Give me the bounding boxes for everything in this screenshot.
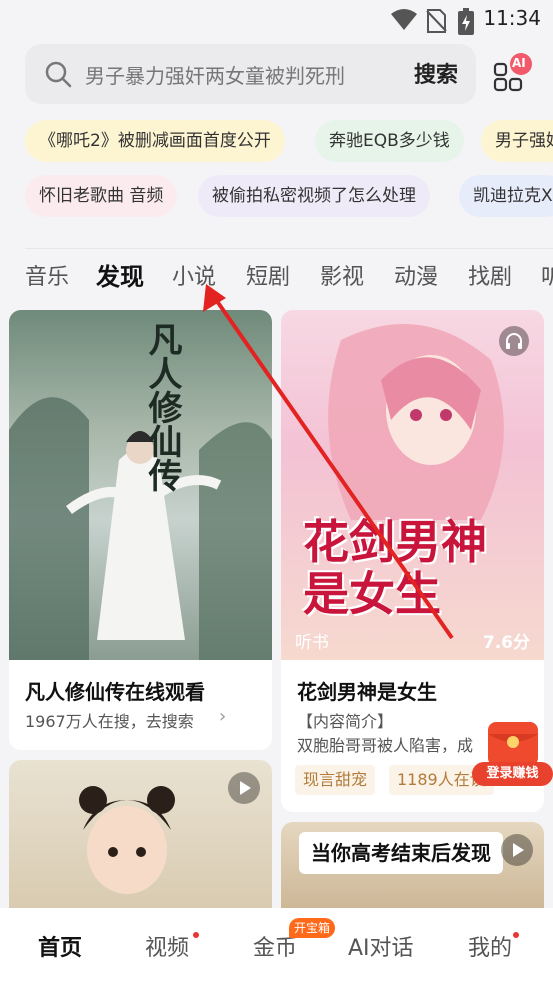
hot-tag[interactable]: 怀旧老歌曲 音频 bbox=[25, 175, 178, 217]
play-icon[interactable] bbox=[501, 834, 533, 866]
content-card[interactable] bbox=[9, 760, 272, 920]
content-card[interactable]: 当你高考结束后发现 bbox=[281, 822, 544, 922]
battery-charging-icon bbox=[458, 8, 474, 35]
notification-dot bbox=[193, 932, 199, 938]
ai-apps-icon[interactable]: AI bbox=[492, 52, 536, 96]
nav-video[interactable]: 视频 bbox=[145, 930, 189, 962]
tab-listen[interactable]: 听 bbox=[541, 259, 553, 291]
nav-ai-chat[interactable]: AI对话 bbox=[348, 930, 414, 962]
hot-tag[interactable]: 奔驰EQB多少钱 bbox=[315, 120, 464, 162]
genre-chip: 现言甜宠 bbox=[295, 765, 376, 795]
hot-tag[interactable]: 男子强奸 bbox=[481, 120, 553, 162]
play-icon[interactable] bbox=[228, 772, 260, 804]
divider bbox=[25, 248, 553, 249]
content-card[interactable]: 凡人修仙传 凡人修仙传在线观看 1967万人在搜，去搜索 › bbox=[9, 310, 272, 750]
chevron-right-icon: › bbox=[219, 706, 227, 727]
notification-dot bbox=[513, 932, 519, 938]
video-overlay-text: 当你高考结束后发现 bbox=[299, 832, 503, 874]
nav-me[interactable]: 我的 bbox=[468, 930, 512, 962]
wifi-icon bbox=[391, 9, 417, 30]
promo-label: 登录赚钱 bbox=[472, 762, 553, 786]
status-bar: 11:34 bbox=[0, 0, 553, 40]
poster-title: 凡人修仙传 bbox=[142, 322, 182, 492]
hot-tag[interactable]: 凯迪拉克X bbox=[459, 175, 553, 217]
search-icon bbox=[45, 61, 72, 88]
nav-home[interactable]: 首页 bbox=[38, 930, 82, 962]
poster-tag: 听书 bbox=[295, 633, 329, 653]
tab-find-drama[interactable]: 找剧 bbox=[468, 259, 512, 291]
card-title: 花剑男神是女生 bbox=[297, 680, 437, 704]
tab-anime[interactable]: 动漫 bbox=[394, 259, 438, 291]
promo-login-earn[interactable]: 登录赚钱 bbox=[472, 720, 553, 790]
treasure-box-badge: 开宝箱 bbox=[289, 918, 336, 938]
hot-tag[interactable]: 《哪吒2》被删减画面首度公开 bbox=[25, 120, 285, 162]
poster-title: 花剑男神是女生 bbox=[303, 515, 487, 621]
ai-badge: AI bbox=[512, 56, 526, 70]
hot-tag[interactable]: 被偷拍私密视频了怎么处理 bbox=[198, 175, 430, 217]
no-sim-icon bbox=[426, 9, 447, 33]
headphones-icon[interactable] bbox=[499, 326, 529, 356]
card-intro-label: 【内容简介】 bbox=[297, 712, 394, 731]
tab-discover[interactable]: 发现 bbox=[96, 257, 144, 292]
card-subtitle[interactable]: 1967万人在搜，去搜索 bbox=[25, 708, 194, 732]
tab-music[interactable]: 音乐 bbox=[25, 259, 69, 291]
rating: 7.6分 bbox=[482, 633, 530, 653]
bottom-nav: 首页 视频 金币 AI对话 我的 bbox=[0, 908, 553, 983]
status-time: 11:34 bbox=[483, 6, 541, 30]
tab-short-drama[interactable]: 短剧 bbox=[246, 259, 290, 291]
search-button[interactable]: 搜索 bbox=[414, 57, 458, 89]
card-intro: 双胞胎哥哥被人陷害，成 bbox=[297, 736, 474, 755]
tab-novel[interactable]: 小说 bbox=[172, 259, 216, 291]
tab-film[interactable]: 影视 bbox=[320, 259, 364, 291]
card-title: 凡人修仙传在线观看 bbox=[25, 680, 205, 704]
search-input[interactable]: 男子暴力强奸两女童被判死刑 bbox=[85, 60, 381, 89]
search-box[interactable]: 男子暴力强奸两女童被判死刑 搜索 bbox=[25, 44, 476, 104]
